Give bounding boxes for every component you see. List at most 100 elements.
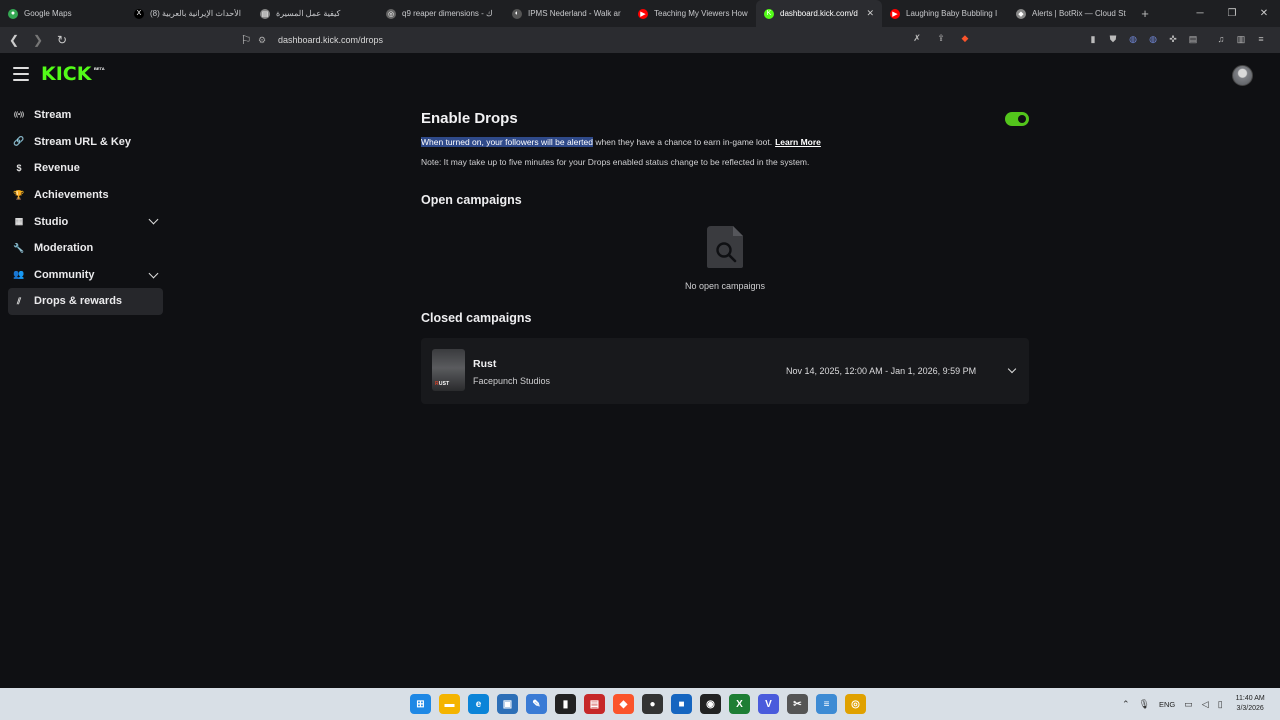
back-icon[interactable]: ❮	[4, 30, 24, 50]
network-icon[interactable]: ▭	[1184, 699, 1193, 710]
tab-label: (8) الأحداث الإيرانية بالعربية	[150, 9, 242, 18]
terminal-icon[interactable]: ▮	[555, 694, 576, 714]
campaign-publisher: Facepunch Studios	[473, 376, 551, 386]
battery-icon[interactable]: ▯	[1218, 699, 1223, 710]
window-controls: ─ ❐ ✕	[1184, 0, 1280, 27]
sidebar-item-achievements[interactable]: 🏆 Achievements	[8, 182, 163, 209]
kick-logo[interactable]: KICK	[41, 63, 91, 85]
trophy-icon: 🏆	[13, 189, 25, 200]
chevron-down-icon[interactable]	[148, 268, 159, 279]
app-icon[interactable]: ■	[671, 694, 692, 714]
browser-tab[interactable]: ▤ كيفية عمل المسيرة	[252, 0, 378, 27]
sidebar-item-stream-url-key[interactable]: 🔗 Stream URL & Key	[8, 129, 163, 156]
avatar[interactable]	[1232, 65, 1253, 86]
campaign-card[interactable]: RUST Rust Facepunch Studios Nov 14, 2025…	[421, 338, 1029, 404]
browser-tab[interactable]: ● Google Maps	[0, 0, 126, 27]
sidebar-item-label: Moderation	[34, 242, 94, 255]
sidebar-item-drops-rewards[interactable]: ⫽ Drops & rewards	[8, 288, 163, 315]
drops-icon: ⫽	[16, 295, 21, 306]
chrome-icon[interactable]: ◎	[845, 694, 866, 714]
new-tab-icon[interactable]: +	[1134, 0, 1156, 27]
sidebar-item-stream[interactable]: ((•)) Stream	[8, 102, 163, 129]
chevron-up-icon[interactable]: ⌃	[1122, 699, 1130, 710]
streamer-app-icon[interactable]: ▤	[584, 694, 605, 714]
address-actions: ✗ ⇪ ◆	[910, 31, 972, 45]
sidebar-item-studio[interactable]: ▦ Studio	[8, 208, 163, 235]
close-tab-icon[interactable]: ✕	[866, 8, 874, 19]
menu-icon[interactable]: ≡	[1254, 32, 1268, 46]
microphone-icon[interactable]: 🎙	[1139, 699, 1150, 710]
learn-more-link[interactable]: Learn More	[775, 137, 821, 147]
address-bar[interactable]: ⚙ dashboard.kick.com/drops	[258, 30, 978, 50]
vscode-icon[interactable]: V	[758, 694, 779, 714]
sidebar-item-label: Stream URL & Key	[34, 135, 131, 148]
close-window-icon[interactable]: ✕	[1248, 0, 1280, 27]
brave-icon[interactable]: ◆	[613, 694, 634, 714]
wallet-icon[interactable]: ▤	[1186, 32, 1200, 46]
tab-label: q9 reaper dimensions - ك	[402, 9, 493, 18]
browser-tab[interactable]: ▶ Teaching My Viewers How	[630, 0, 756, 27]
empty-state-text: No open campaigns	[684, 281, 766, 291]
browser-tab[interactable]: Kdashboard.kick.com/d ✕	[756, 0, 882, 27]
language-indicator[interactable]: ENG	[1159, 700, 1175, 709]
open-campaigns-heading: Open campaigns	[421, 193, 522, 207]
browser-tab[interactable]: ▶ Laughing Baby Bubbling I	[882, 0, 1008, 27]
system-tray: ⌃ 🎙 ENG ▭ ◁ ▯ 11:40 AM 3/3/2026	[1122, 688, 1265, 720]
excel-icon[interactable]: X	[729, 694, 750, 714]
circle-app-icon[interactable]: ◉	[700, 694, 721, 714]
clock-time: 11:40 AM	[1235, 695, 1265, 702]
extension-icon[interactable]: ▮	[1086, 32, 1100, 46]
forward-icon[interactable]: ❯	[28, 30, 48, 50]
music-icon[interactable]: ♫	[1214, 32, 1228, 46]
sidebar-item-community[interactable]: 👥 Community	[8, 262, 163, 289]
sidebar-item-revenue[interactable]: $ Revenue	[8, 155, 163, 182]
store-icon[interactable]: ▣	[497, 694, 518, 714]
minimize-icon[interactable]: ─	[1184, 0, 1216, 27]
share-icon[interactable]: ⇪	[934, 31, 948, 45]
obs-icon[interactable]: ●	[642, 694, 663, 714]
browser-tab[interactable]: X (8) الأحداث الإيرانية بالعربية	[126, 0, 252, 27]
clock[interactable]: 11:40 AM 3/3/2026	[1236, 694, 1265, 714]
shield-icon[interactable]: ⛊	[1106, 32, 1120, 46]
kick-icon: K	[764, 8, 774, 19]
notepad-icon[interactable]: ≡	[816, 694, 837, 714]
edge-icon[interactable]: e	[468, 694, 489, 714]
campaign-dates: Nov 14, 2025, 12:00 AM - Jan 1, 2026, 9:…	[786, 366, 977, 376]
empty-search-document-icon	[707, 226, 743, 268]
browser-tab[interactable]: ◐ IPMS Nederland - Walk ar	[504, 0, 630, 27]
chevron-down-icon[interactable]	[148, 214, 159, 225]
link-icon: 🔗	[13, 136, 25, 147]
game-thumbnail: RUST	[432, 349, 465, 391]
drops-description: When turned on, your followers will be a…	[421, 137, 821, 147]
chevron-down-icon[interactable]	[1007, 364, 1017, 374]
url-text: dashboard.kick.com/drops	[278, 35, 384, 45]
volume-icon[interactable]: ◁	[1202, 699, 1209, 710]
wrench-icon: 🔧	[13, 242, 25, 253]
sidebar-toggle-icon[interactable]: ▥	[1234, 32, 1248, 46]
browser-tab[interactable]: ◆ Alerts | BotRix — Cloud St	[1008, 0, 1134, 27]
mute-tab-icon[interactable]: ✗	[910, 31, 924, 45]
restore-icon[interactable]: ❐	[1216, 0, 1248, 27]
x-icon: X	[134, 8, 144, 19]
reload-icon[interactable]: ↻	[52, 30, 72, 50]
discord-icon[interactable]: ◍	[1126, 32, 1140, 46]
discord-app-icon[interactable]: ◍	[1146, 32, 1160, 46]
browser-tab[interactable]: ◎ q9 reaper dimensions - ك	[378, 0, 504, 27]
youtube-icon: ▶	[638, 8, 648, 19]
sidebar-item-moderation[interactable]: 🔧 Moderation	[8, 235, 163, 262]
sidebar-item-label: Drops & rewards	[34, 295, 123, 308]
description-rest: when they have a chance to earn in-game …	[592, 137, 773, 147]
mail-icon[interactable]: ✎	[526, 694, 547, 714]
thumbnail-logo-text: RUST	[435, 381, 450, 387]
beta-badge: BETA	[94, 66, 105, 71]
toggle-knob	[1018, 115, 1026, 123]
bookmark-icon[interactable]: ⚐	[236, 30, 256, 50]
tool-icon[interactable]: ✂	[787, 694, 808, 714]
hamburger-menu-icon[interactable]	[13, 67, 29, 81]
enable-drops-toggle[interactable]	[1005, 112, 1029, 126]
puzzle-icon[interactable]: ✜	[1166, 32, 1180, 46]
windows-start-icon[interactable]: ⊞	[410, 694, 431, 714]
site-info-icon[interactable]: ⚙	[258, 35, 270, 46]
file-explorer-icon[interactable]: ▬	[439, 694, 460, 714]
brave-shields-icon[interactable]: ◆	[958, 31, 972, 45]
